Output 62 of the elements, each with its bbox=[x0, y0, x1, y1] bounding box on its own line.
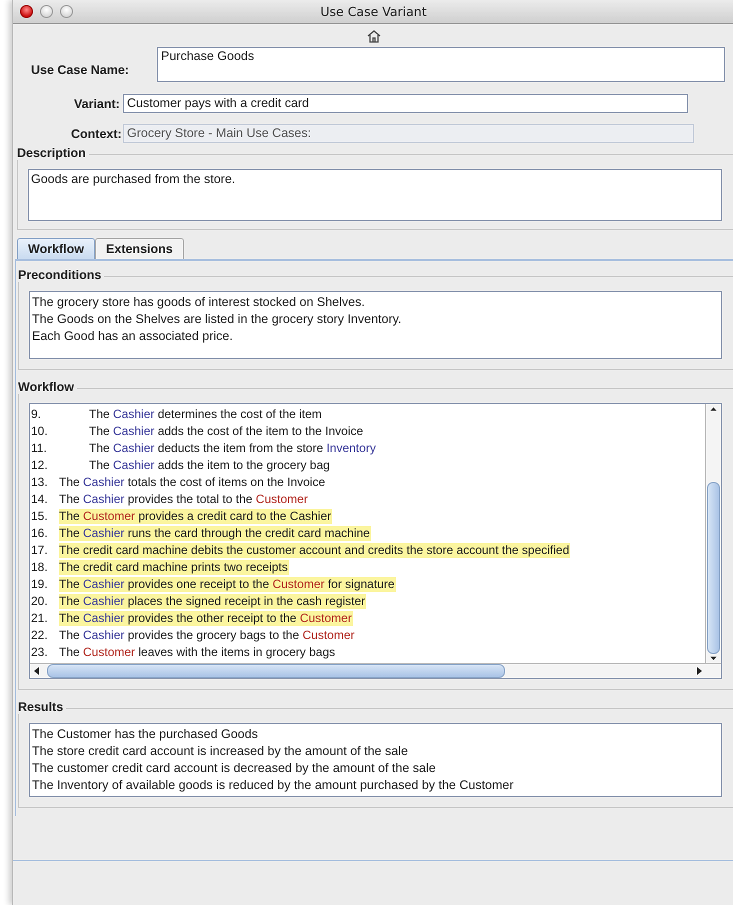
tab[interactable]: Workflow bbox=[17, 238, 96, 259]
line-number: 20. bbox=[30, 594, 49, 609]
line-number: 22. bbox=[30, 628, 49, 643]
line-number: 21. bbox=[30, 611, 49, 626]
preconditions-field[interactable]: The grocery store has goods of interest stocked on Shelves. The Goods on the Shelves are listed in the grocery story Inventory. Each Good has an associated price. bbox=[29, 291, 722, 359]
line-number: 14. bbox=[30, 492, 49, 507]
line-number: 23. bbox=[30, 645, 49, 660]
workflow-step: The Customer provides a credit card to the Cashier bbox=[59, 509, 332, 524]
workflow-step: The Cashier deducts the item from the store Inventory bbox=[59, 441, 377, 456]
text-line: The customer credit card account is decreased by the amount of the sale bbox=[32, 760, 437, 777]
line-number: 17. bbox=[30, 543, 49, 558]
workflow-step: The Cashier adds the cost of the item to the Invoice bbox=[59, 424, 364, 439]
line-number: 19. bbox=[30, 577, 49, 592]
workflow-step: The Customer leaves with the items in grocery bags bbox=[59, 645, 336, 660]
text-line: The store credit card account is increased by the amount of the sale bbox=[32, 743, 409, 760]
window-title: Use Case Variant bbox=[320, 4, 427, 19]
group-title: Description bbox=[17, 146, 89, 160]
horizontal-scrollbar[interactable] bbox=[30, 663, 721, 678]
house-icon bbox=[366, 30, 380, 43]
line-number: 13. bbox=[30, 475, 49, 490]
workflow-step: The credit card machine debits the customer account and credits the store account the specified bbox=[59, 543, 570, 558]
scroll-thumb[interactable] bbox=[707, 482, 720, 654]
line-number: 10. bbox=[30, 424, 49, 439]
zoom-button[interactable] bbox=[60, 5, 73, 18]
workflow-step: The Cashier places the signed receipt in the cash register bbox=[59, 594, 366, 609]
line-number: 16. bbox=[30, 526, 49, 541]
workflow-step: The Cashier runs the card through the credit card machine bbox=[59, 526, 371, 541]
tab[interactable]: Extensions bbox=[95, 238, 184, 259]
context-field: Grocery Store - Main Use Cases: bbox=[123, 124, 694, 143]
scroll-thumb[interactable] bbox=[47, 664, 505, 678]
workflow-step: The Cashier provides one receipt to the Customer for signature bbox=[59, 577, 396, 592]
description-field[interactable]: Goods are purchased from the store. bbox=[28, 169, 722, 221]
field-label: Context: bbox=[71, 127, 123, 141]
workflow-step: The Cashier provides the grocery bags to the Customer bbox=[59, 628, 356, 643]
text-line: The Inventory of available goods is reduced by the amount purchased by the Customer bbox=[32, 777, 515, 794]
line-number: 9. bbox=[30, 407, 42, 422]
workflow-step: The Cashier determines the cost of the item bbox=[59, 407, 323, 422]
line-number: 11. bbox=[30, 441, 48, 456]
name-field[interactable]: Purchase Goods bbox=[157, 47, 725, 82]
field-label: Use Case Name: bbox=[31, 63, 130, 77]
close-button[interactable] bbox=[20, 5, 33, 18]
group-title: Preconditions bbox=[18, 268, 104, 282]
vertical-scrollbar[interactable] bbox=[705, 404, 721, 663]
workflow-step: The Cashier provides the other receipt to the Customer bbox=[59, 611, 353, 626]
line-number: 12. bbox=[30, 458, 49, 473]
workflow-step: The Cashier adds the item to the grocery bag bbox=[59, 458, 331, 473]
line-number: 15. bbox=[30, 509, 49, 524]
text-line: Each Good has an associated price. bbox=[32, 328, 234, 345]
home-button[interactable] bbox=[366, 30, 380, 43]
results-field[interactable] bbox=[29, 723, 722, 797]
minimize-button[interactable] bbox=[40, 5, 53, 18]
workflow-step: The Cashier provides the total to the Customer bbox=[59, 492, 309, 507]
variant-field[interactable]: Customer pays with a credit card bbox=[123, 94, 688, 113]
group-title: Results bbox=[18, 700, 66, 714]
workflow-step: The credit card machine prints two receipts bbox=[59, 560, 289, 575]
workflow-step: The Cashier totals the cost of items on the Invoice bbox=[59, 475, 326, 490]
group-title: Workflow bbox=[18, 380, 78, 394]
text-line: The grocery store has goods of interest stocked on Shelves. bbox=[32, 294, 366, 311]
field-label: Variant: bbox=[74, 97, 121, 111]
text-line: The Goods on the Shelves are listed in the grocery story Inventory. bbox=[32, 311, 402, 328]
line-number: 18. bbox=[30, 560, 49, 575]
text-line: The Customer has the purchased Goods bbox=[32, 726, 259, 743]
